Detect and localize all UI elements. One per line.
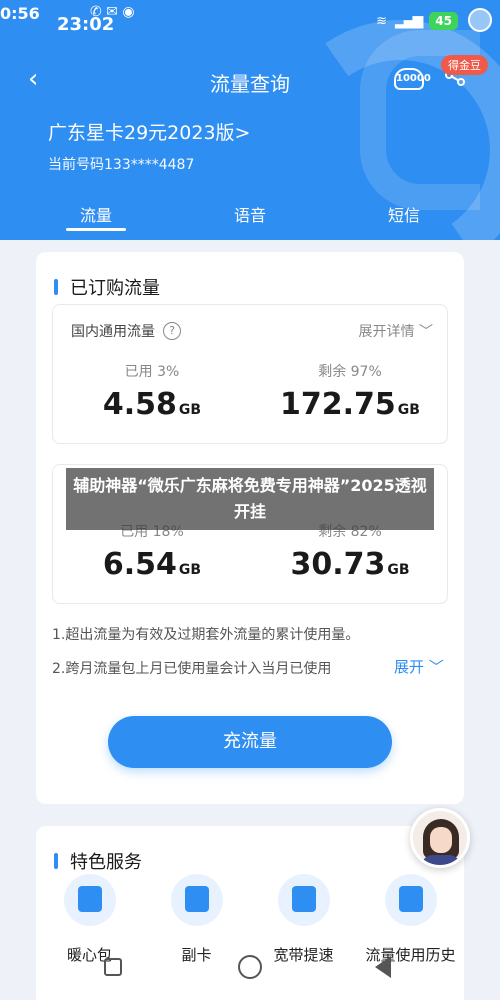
domestic-data-box: 国内通用流量 ? 展开详情 ﹀ 已用 3% 4.58 GB 剩余 97% 172.… [52, 304, 448, 444]
active-tab-indicator [66, 228, 126, 231]
notification-icons: ✆ ✉ ◉ [90, 4, 135, 20]
battery-indicator: 45 [429, 12, 458, 30]
note-line-1: 1.超出流量为有效及过期套外流量的累计使用量。 [52, 627, 360, 643]
coin-badge[interactable]: 得金豆 [441, 55, 488, 75]
assistant-avatar[interactable] [410, 808, 470, 868]
section-title: 特色服务 [70, 852, 142, 873]
section-heading: 特色服务 [54, 848, 142, 874]
used-label: 已用 3% [124, 364, 180, 380]
gift-heart-icon [63, 874, 116, 926]
status-time-secondary: 0:56 [0, 4, 40, 23]
plan-title[interactable]: 广东星卡29元2023版> [48, 118, 250, 145]
tab-sms[interactable]: 短信 [344, 202, 464, 226]
notes-expand-link[interactable]: 展开 ﹀ [394, 656, 444, 677]
system-nav-bar [0, 950, 500, 1000]
remaining-column: 剩余 82% 30.73 GB [251, 521, 449, 582]
recents-button[interactable] [104, 958, 122, 976]
sim-card-icon [170, 874, 223, 926]
remaining-value: 172.75 GB [280, 387, 420, 422]
used-column: 已用 3% 4.58 GB [53, 361, 251, 422]
used-value: 6.54 GB [102, 547, 202, 582]
data-type-label: 国内通用流量 ? [71, 321, 181, 341]
tab-voice[interactable]: 语音 [190, 202, 310, 226]
floating-dot[interactable] [468, 8, 492, 32]
heading-accent-bar [54, 853, 58, 869]
signal-icon: ▂▄▆ [394, 13, 423, 29]
remaining-value: 30.73 GB [290, 547, 410, 582]
help-icon[interactable]: ? [163, 322, 181, 340]
remaining-label: 剩余 97% [318, 364, 382, 380]
status-right: ≋ ▂▄▆ 45 [376, 12, 458, 30]
heading-accent-bar [54, 279, 58, 295]
header: 0:56 23:02 ✆ ✉ ◉ ≋ ▂▄▆ 45 ‹ 流量查询 10000 得… [0, 0, 500, 240]
phone-number: 当前号码133****4487 [48, 157, 195, 173]
data-type-text: 国内通用流量 [71, 324, 155, 340]
remaining-column: 剩余 97% 172.75 GB [251, 361, 449, 422]
system-back-button[interactable] [375, 956, 391, 978]
note-line-2: 2.跨月流量包上月已使用量会计入当月已使用 [52, 661, 332, 677]
gift-speed-icon [277, 874, 330, 926]
wifi-icon: ≋ [376, 13, 387, 29]
section-heading: 已订购流量 [54, 274, 160, 300]
tab-data[interactable]: 流量 [36, 202, 156, 226]
home-button[interactable] [238, 955, 262, 979]
tab-bar: 流量 语音 短信 [0, 196, 500, 240]
overlay-banner: 辅助神器“微乐广东麻将免费专用神器”2025透视开挂 [66, 468, 434, 530]
section-title: 已订购流量 [70, 278, 160, 299]
status-bar: 0:56 23:02 ✆ ✉ ◉ ≋ ▂▄▆ 45 [0, 0, 500, 40]
phone-chart-icon [384, 874, 437, 926]
expand-details-link[interactable]: 展开详情 ﹀ [359, 321, 433, 341]
used-value: 4.58 GB [102, 387, 202, 422]
recharge-data-button[interactable]: 充流量 [108, 716, 392, 768]
customer-service-icon[interactable]: 10000 [394, 68, 431, 90]
used-column: 已用 18% 6.54 GB [53, 521, 251, 582]
nav-bar: ‹ 流量查询 10000 [0, 54, 500, 106]
